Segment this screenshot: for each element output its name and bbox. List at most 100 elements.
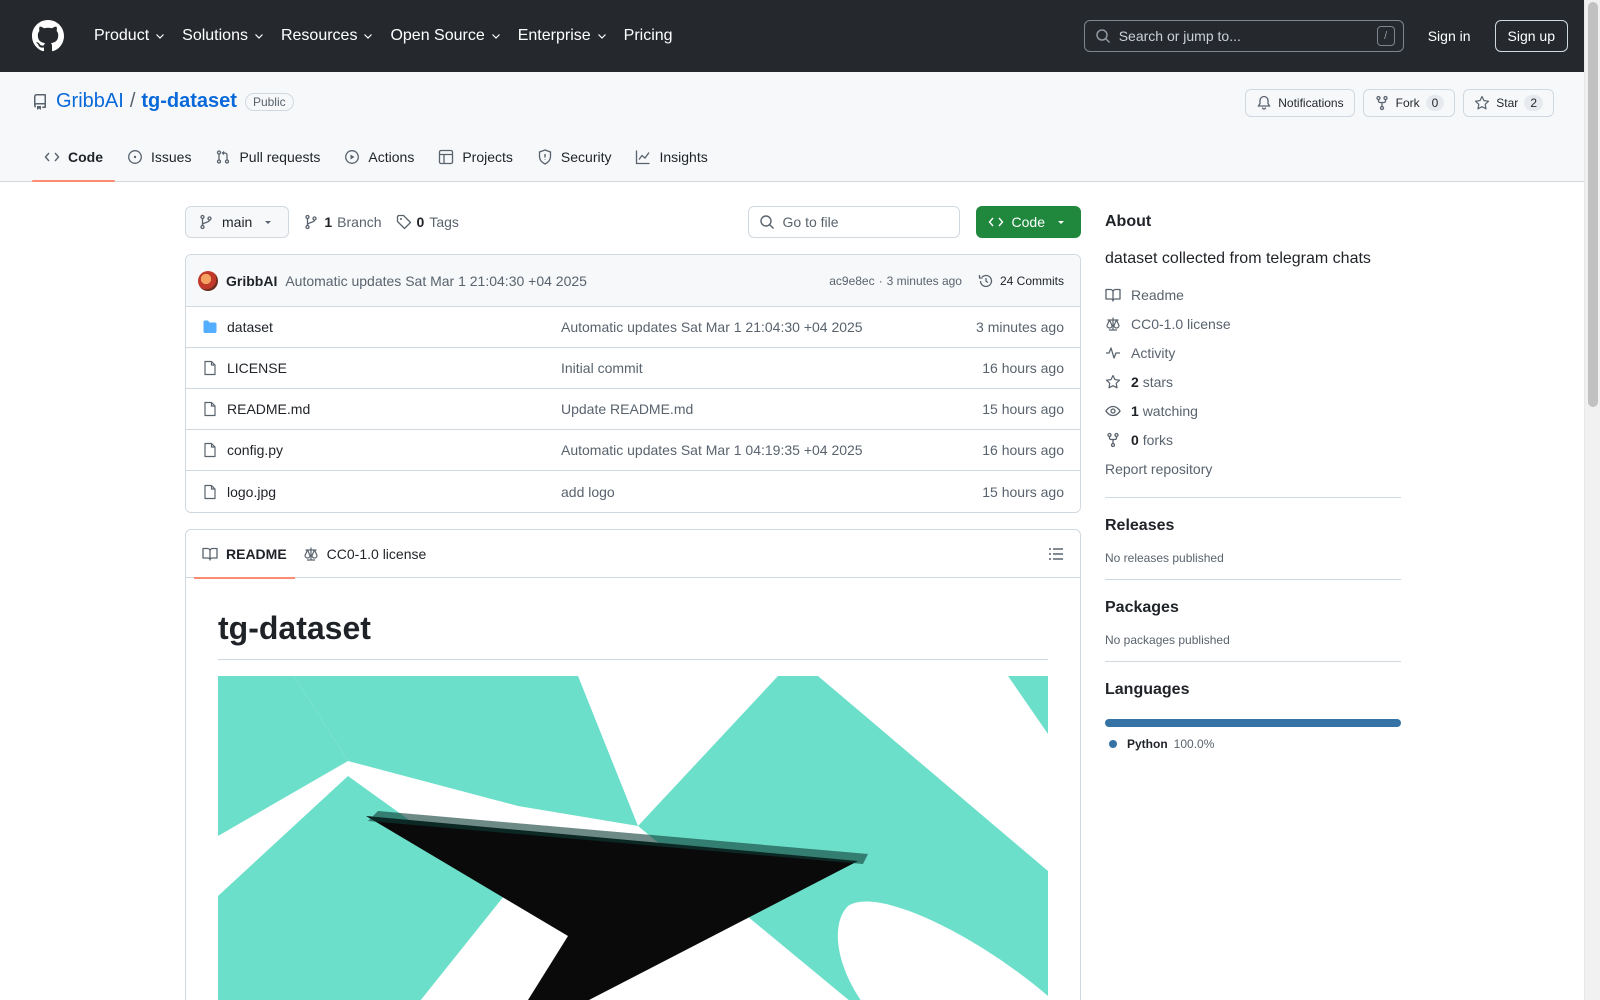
nav-enterprise[interactable]: Enterprise — [510, 18, 616, 54]
outline-list-icon[interactable] — [1048, 546, 1064, 562]
fork-icon — [1107, 432, 1119, 447]
tab-readme[interactable]: README — [194, 530, 295, 579]
nav-resources[interactable]: Resources — [273, 18, 382, 54]
file-name-link[interactable]: dataset — [227, 319, 561, 335]
tags-link[interactable]: 0 Tags — [396, 214, 459, 230]
file-updated-time: 16 hours ago — [982, 442, 1064, 458]
table-icon — [439, 149, 454, 165]
avatar[interactable] — [198, 270, 218, 291]
file-updated-time: 16 hours ago — [982, 360, 1064, 376]
file-name-link[interactable]: README.md — [227, 401, 561, 417]
branch-name: main — [222, 214, 253, 230]
releases-heading[interactable]: Releases — [1105, 517, 1401, 535]
file-commit-message-link[interactable]: add logo — [561, 484, 982, 500]
fork-button[interactable]: Fork 0 — [1362, 89, 1456, 117]
tab-license[interactable]: CC0-1.0 license — [295, 530, 435, 578]
repo-description: dataset collected from telegram chats — [1105, 250, 1371, 267]
packages-heading[interactable]: Packages — [1105, 599, 1401, 617]
tab-security[interactable]: Security — [525, 133, 624, 181]
file-row[interactable]: LICENSE Initial commit 16 hours ago — [186, 348, 1080, 389]
forks-link[interactable]: 0 forks — [1105, 425, 1401, 454]
nav-solutions[interactable]: Solutions — [174, 18, 273, 54]
file-commit-message-link[interactable]: Automatic updates Sat Mar 1 21:04:30 +04… — [561, 319, 976, 335]
about-links: Readme CC0-1.0 license Activity 2 stars … — [1105, 280, 1401, 483]
star-button[interactable]: Star 2 — [1463, 89, 1554, 117]
code-dropdown-button[interactable]: Code — [975, 206, 1081, 238]
file-name-link[interactable]: config.py — [227, 442, 561, 458]
history-icon — [978, 274, 993, 287]
file-row[interactable]: logo.jpg add logo 15 hours ago — [186, 471, 1080, 512]
file-row[interactable]: config.py Automatic updates Sat Mar 1 04:… — [186, 430, 1080, 471]
tab-insights[interactable]: Insights — [623, 133, 719, 181]
readme-heading: tg-dataset — [218, 578, 1048, 660]
triangle-down-icon — [1058, 221, 1064, 224]
language-item[interactable]: Python 100.0% — [1105, 737, 1401, 751]
issue-opened-icon — [128, 150, 142, 164]
visibility-badge: Public — [244, 92, 294, 111]
readme-link[interactable]: Readme — [1105, 280, 1401, 309]
eye-icon — [1105, 405, 1121, 416]
tab-code[interactable]: Code — [32, 133, 115, 182]
chevron-down-icon — [597, 34, 606, 39]
scrollbar-thumb[interactable] — [1588, 2, 1598, 407]
repo-owner-link[interactable]: GribbAI — [56, 90, 124, 113]
book-icon — [1105, 288, 1121, 302]
file-icon — [204, 360, 216, 376]
file-name-link[interactable]: LICENSE — [227, 360, 561, 376]
file-name-link[interactable]: logo.jpg — [227, 484, 561, 500]
search-shortcut-key: / — [1376, 26, 1395, 46]
repo-toolbar: main 1 Branch 0 Tags Go to file Code — [185, 206, 1081, 238]
star-count: 2 — [1524, 95, 1543, 111]
fork-icon — [1375, 95, 1388, 111]
file-updated-time: 3 minutes ago — [976, 319, 1064, 335]
tab-issues[interactable]: Issues — [115, 133, 203, 181]
fork-count: 0 — [1425, 95, 1445, 111]
play-icon — [345, 150, 360, 164]
branch-select-button[interactable]: main — [185, 206, 290, 238]
commit-message-link[interactable]: Automatic updates Sat Mar 1 21:04:30 +04… — [285, 273, 587, 289]
sign-up-button[interactable]: Sign up — [1494, 20, 1568, 52]
watching-link[interactable]: 1 watching — [1105, 396, 1401, 425]
commit-time: 3 minutes ago — [886, 273, 962, 288]
search-input[interactable]: Search or jump to... / — [1083, 20, 1404, 52]
file-commit-message-link[interactable]: Initial commit — [561, 360, 982, 376]
law-icon — [304, 547, 318, 561]
file-commit-message-link[interactable]: Automatic updates Sat Mar 1 04:19:35 +04… — [561, 442, 982, 458]
star-icon — [1475, 95, 1490, 110]
page-scrollbar[interactable] — [1584, 0, 1600, 1000]
file-row[interactable]: dataset Automatic updates Sat Mar 1 21:04… — [186, 307, 1080, 348]
readme-logo-image — [218, 676, 1048, 1000]
commit-meta: ac9e8ec · 3 minutes ago 24 Commits — [829, 273, 1064, 289]
tab-projects[interactable]: Projects — [426, 133, 525, 181]
repo-name-link[interactable]: tg-dataset — [141, 90, 237, 113]
report-repository-link[interactable]: Report repository — [1105, 454, 1401, 483]
stars-link[interactable]: 2 stars — [1105, 367, 1401, 396]
file-commit-message-link[interactable]: Update README.md — [561, 401, 982, 417]
file-row[interactable]: README.md Update README.md 15 hours ago — [186, 389, 1080, 430]
commit-hash-link[interactable]: ac9e8ec — [829, 274, 874, 288]
tab-pull-requests[interactable]: Pull requests — [203, 133, 332, 181]
notifications-button[interactable]: Notifications — [1245, 89, 1355, 117]
releases-section: Releases No releases published — [1105, 497, 1401, 565]
commits-history-link[interactable]: 24 Commits — [978, 273, 1064, 289]
sign-in-link[interactable]: Sign in — [1428, 28, 1471, 44]
activity-link[interactable]: Activity — [1105, 338, 1401, 367]
nav-product[interactable]: Product — [86, 18, 174, 54]
releases-empty-text: No releases published — [1105, 551, 1224, 565]
commit-author-link[interactable]: GribbAI — [226, 273, 277, 289]
go-to-file-input[interactable]: Go to file — [747, 206, 960, 238]
packages-section: Packages No packages published — [1105, 579, 1401, 647]
language-color-dot — [1109, 740, 1117, 748]
file-icon — [204, 401, 216, 417]
license-link[interactable]: CC0-1.0 license — [1105, 309, 1401, 338]
github-logo-icon[interactable] — [32, 20, 64, 52]
chevron-down-icon — [255, 34, 263, 39]
header-actions: Search or jump to... / Sign in Sign up — [1083, 20, 1568, 52]
file-list: dataset Automatic updates Sat Mar 1 21:04… — [186, 307, 1080, 512]
book-icon — [202, 547, 218, 561]
nav-pricing[interactable]: Pricing — [616, 18, 681, 54]
tab-actions[interactable]: Actions — [332, 133, 426, 181]
nav-open-source[interactable]: Open Source — [382, 18, 509, 54]
branches-link[interactable]: 1 Branch — [303, 214, 382, 230]
repo-header: GribbAI / tg-dataset Public Notification… — [0, 72, 1600, 182]
